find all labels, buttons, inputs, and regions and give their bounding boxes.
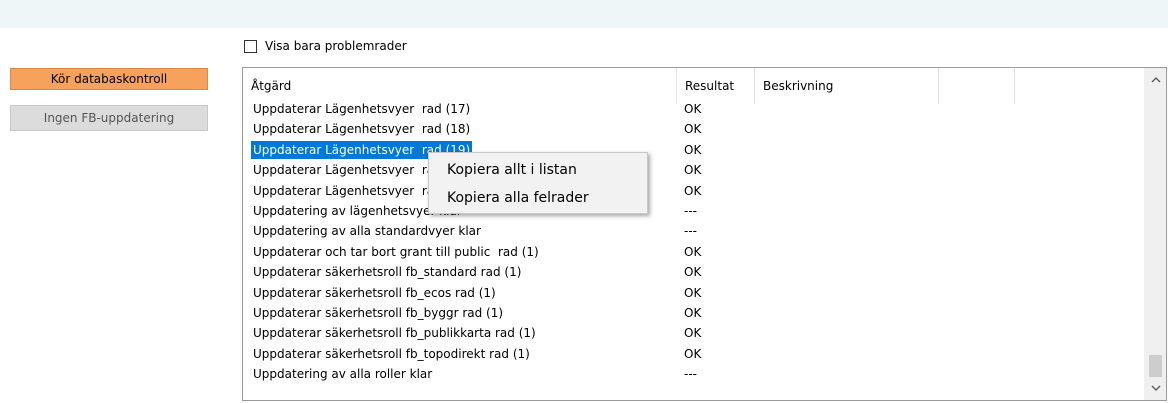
only-problem-rows-label: Visa bara problemrader xyxy=(265,39,407,53)
row-action: Uppdatering av alla roller klar xyxy=(253,367,433,382)
table-row[interactable]: Uppdaterar Lägenhetsvyer rad (20) OK xyxy=(243,160,1144,180)
row-result: OK xyxy=(684,326,702,341)
table-row[interactable]: Uppdaterar säkerhetsroll fb_standard rad… xyxy=(243,262,1144,282)
row-action: Uppdaterar Lägenhetsvyer rad (17) xyxy=(253,102,471,116)
row-action: Uppdatering av alla standardvyer klar xyxy=(253,224,481,239)
table-row[interactable]: Uppdatering av alla standardvyer klar --- xyxy=(243,221,1144,241)
table-row[interactable]: Uppdaterar säkerhetsroll fb_topodirekt r… xyxy=(243,344,1144,364)
row-result: OK xyxy=(684,122,702,137)
row-action: Uppdaterar säkerhetsroll fb_topodirekt r… xyxy=(253,346,530,361)
row-action: Uppdaterar säkerhetsroll fb_publikkarta … xyxy=(253,326,536,341)
table-row[interactable]: Uppdaterar och tar bort grant till publi… xyxy=(243,242,1144,262)
row-action: Uppdaterar säkerhetsroll fb_byggr rad (1… xyxy=(253,305,504,320)
table-row[interactable]: Uppdaterar säkerhetsroll fb_ecos rad (1)… xyxy=(243,283,1144,303)
menu-item-copy-errors[interactable]: Kopiera alla felrader xyxy=(430,185,646,211)
chevron-up-icon[interactable] xyxy=(1145,70,1166,90)
table-row[interactable]: Uppdaterar säkerhetsroll fb_byggr rad (1… xyxy=(243,303,1144,323)
row-action: Uppdaterar och tar bort grant till publi… xyxy=(253,244,539,259)
list-rows: Uppdaterar Lägenhetsvyer rad (17) OK Uppda… xyxy=(243,99,1144,384)
table-row[interactable]: Uppdatering av lägenhetsvyer klar --- xyxy=(243,201,1144,221)
only-problem-rows-checkbox[interactable] xyxy=(244,39,257,53)
scroll-thumb[interactable] xyxy=(1149,355,1162,377)
row-result: --- xyxy=(684,224,697,239)
table-row[interactable]: Uppdaterar Lägenhetsvyer rad (21) OK xyxy=(243,181,1144,201)
row-result: OK xyxy=(684,346,702,361)
table-row[interactable]: Uppdaterar Lägenhetsvyer rad (17) OK xyxy=(243,99,1144,119)
row-result: OK xyxy=(684,142,702,157)
row-action: Uppdaterar Lägenhetsvyer rad (18) xyxy=(253,122,471,137)
row-result: --- xyxy=(684,203,697,218)
no-fb-update-button[interactable]: Ingen FB-uppdatering xyxy=(10,105,208,131)
row-result: OK xyxy=(684,244,702,259)
result-list[interactable]: Åtgärd Resultat Beskrivning Uppdaterar L… xyxy=(242,67,1167,401)
row-result: OK xyxy=(684,183,702,198)
only-problem-rows-toggle[interactable]: Visa bara problemrader xyxy=(244,38,407,54)
row-result: OK xyxy=(684,265,702,280)
run-db-check-button[interactable]: Kör databaskontroll xyxy=(10,68,208,90)
row-result: OK xyxy=(684,163,702,178)
row-action: Uppdaterar säkerhetsroll fb_standard rad… xyxy=(253,265,522,280)
top-band xyxy=(0,0,1168,28)
chevron-down-icon[interactable] xyxy=(1145,378,1166,398)
table-row[interactable]: Uppdaterar Lägenhetsvyer rad (18) OK xyxy=(243,119,1144,139)
row-result: OK xyxy=(684,285,702,300)
table-row[interactable]: Uppdaterar säkerhetsroll fb_publikkarta … xyxy=(243,323,1144,343)
table-row[interactable]: Uppdatering av alla roller klar --- xyxy=(243,364,1144,384)
row-result: OK xyxy=(684,102,702,116)
row-result: --- xyxy=(684,367,697,382)
table-row[interactable]: Uppdaterar Lägenhetsvyer rad (19) OK xyxy=(243,140,1144,160)
context-menu: Kopiera allt i listan Kopiera alla felra… xyxy=(428,152,648,214)
vertical-scrollbar[interactable] xyxy=(1144,68,1166,400)
row-action: Uppdaterar säkerhetsroll fb_ecos rad (1) xyxy=(253,285,496,300)
row-result: OK xyxy=(684,305,702,320)
menu-item-copy-all[interactable]: Kopiera allt i listan xyxy=(430,157,646,183)
